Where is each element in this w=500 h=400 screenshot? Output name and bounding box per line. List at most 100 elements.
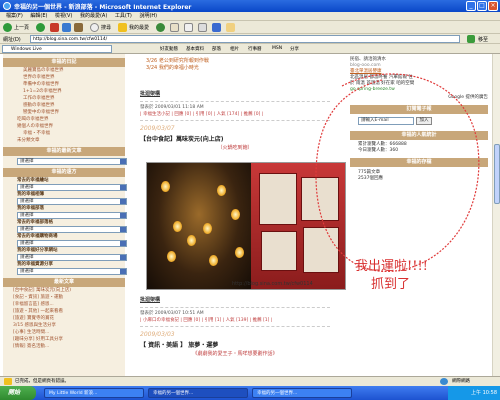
minimize-button[interactable]: _ (466, 1, 476, 11)
go-button-label[interactable]: 移至 (478, 36, 488, 43)
links-item-profile[interactable]: 基本資料 (186, 46, 204, 52)
post-actions[interactable]: | 小麻口の幸福食記 | 回應 [0] | 引用 [1] | 人氣 [139] … (140, 317, 330, 324)
windows-taskbar: 開始 My Little World 新浪... 幸福的另一個世界... 幸福的… (0, 386, 500, 400)
refresh-icon[interactable] (62, 23, 71, 32)
recent-post-link[interactable]: [情報] 簽名活動... (3, 343, 125, 350)
print-icon[interactable] (198, 23, 207, 32)
trackback-link[interactable]: 批迴架構 (140, 296, 330, 303)
recent-post-link[interactable]: [旅遊・其他] 一起來看看 (3, 308, 125, 315)
fav-group-select[interactable]: 請選擇 (17, 226, 127, 233)
category-link[interactable]: 幸福・不幸福 (3, 130, 125, 137)
history-icon[interactable] (170, 23, 179, 32)
system-tray-clock[interactable]: 上午 10:58 (448, 386, 500, 400)
forward-arrow-icon[interactable] (36, 23, 45, 32)
windows-live-search-input[interactable]: Windows Live (2, 45, 112, 53)
taskbar-item[interactable]: 幸福的另一個世界... (252, 388, 352, 398)
trackback-link[interactable]: 批迴架構 (140, 90, 330, 97)
menu-favorites[interactable]: 我的最愛(A) (80, 12, 107, 21)
home-icon[interactable] (74, 23, 83, 32)
vertical-scrollbar[interactable] (492, 54, 500, 376)
window-title-bar[interactable]: 幸福的另一個世界 - 新浪部落 - Microsoft Internet Exp… (0, 0, 500, 12)
post-title[interactable]: 【 資訊・美語 】 旅夢・運夢 (140, 340, 330, 349)
start-button[interactable]: 開始 (0, 386, 36, 400)
category-link[interactable]: 1+1=2の幸福世界 (3, 88, 125, 95)
mail-icon[interactable] (184, 23, 193, 32)
back-button-label[interactable]: 上一頁 (14, 24, 29, 31)
fav-group-select[interactable]: 請選擇 (17, 254, 127, 261)
category-link[interactable]: 美麗寶島の幸福世界 (3, 67, 125, 74)
handwritten-note: 我出運啦!!!! 抓到了 (355, 258, 428, 294)
left-sidebar: 幸福的日記 美麗寶島の幸福世界 世界の幸福世界 準備中の幸福世界 1+1=2の幸… (3, 54, 127, 376)
links-item-share[interactable]: 分享 (290, 46, 299, 52)
stop-icon[interactable] (50, 23, 59, 32)
recent-post-link[interactable]: [幸福留言區] 感恩... (3, 301, 125, 308)
post-meta: 發表於 2009/03/01 11:18 AM (140, 105, 204, 110)
internet-zone-icon (440, 378, 448, 385)
recent-post-link[interactable]: [趣味分享] 好用工具分享 (3, 336, 125, 343)
category-link[interactable]: 準備中の幸福世界 (3, 81, 125, 88)
discuss-icon[interactable] (226, 23, 235, 32)
warning-icon[interactable] (4, 378, 12, 385)
fav-group-label: 我的幸福相簿 (17, 192, 44, 197)
media-icon[interactable] (156, 23, 165, 32)
address-bar: 網址(D) http://blog.sina.com.tw/cfw0114/ 移… (0, 34, 500, 44)
top-post-link[interactable]: 3/24 我們的幸福小時光 (140, 65, 330, 72)
recent-post-link[interactable]: 3/15 感恩與生活分享 (3, 322, 125, 329)
handwritten-line-1: 我出運啦!!!! (355, 259, 428, 274)
fav-group-select[interactable]: 請選擇 (17, 198, 127, 205)
links-item-friends[interactable]: 好友動態 (160, 46, 178, 52)
post-title[interactable]: 【台中食記】萬味炭元(向上店) (140, 134, 330, 143)
hand-drawn-circle-annotation (315, 73, 480, 272)
top-post-link[interactable]: 3/26 老公到研究所報到作戰 (140, 58, 330, 65)
maximize-button[interactable]: □ (477, 1, 487, 11)
go-arrow-icon[interactable] (467, 35, 475, 43)
category-link[interactable]: 未分類文章 (3, 137, 125, 144)
status-text: 已完成，但是網頁有錯誤。 (15, 379, 69, 384)
category-link[interactable]: 感動の幸福世界 (3, 102, 125, 109)
window-title: 幸福的另一個世界 - 新浪部落 - Microsoft Internet Exp… (14, 3, 192, 11)
taskbar-item-active[interactable]: 幸福的另一個世界... (148, 388, 248, 398)
search-icon[interactable] (90, 23, 99, 32)
edit-icon[interactable] (212, 23, 221, 32)
post-date: 2009/03/07 (140, 125, 175, 132)
favorites-star-icon[interactable] (118, 23, 127, 32)
category-link[interactable]: 戀愛中の幸福世界 (3, 109, 125, 116)
menu-help[interactable]: 說明(H) (139, 12, 157, 21)
recent-post-link[interactable]: [旅遊] 寶覺寺的賞花 (3, 315, 125, 322)
close-button[interactable]: × (488, 1, 498, 11)
restaurant-storefront-image (147, 163, 251, 289)
fav-group-label: 我的幸福部落 (17, 206, 44, 211)
menu-tools[interactable]: 工具(T) (115, 12, 132, 21)
favorites-button-label[interactable]: 我的最愛 (129, 24, 149, 31)
recent-post-link[interactable]: [台中食記] 萬味炭元(向上店) (3, 287, 125, 294)
recent-post-link[interactable]: [心事] 生活時間... (3, 329, 125, 336)
fav-group-label: 我的幸福好分享網站 (17, 248, 58, 253)
fav-group-select[interactable]: 請選擇 (17, 240, 127, 247)
post-subtitle: 《劇劇我的愛王子・馬咩想要劃作話》 (192, 351, 278, 357)
favorites-box-title: 幸福的遠方 (3, 168, 125, 177)
links-item-calendar[interactable]: 行事曆 (248, 46, 262, 52)
fav-group-select[interactable]: 請選擇 (17, 212, 127, 219)
links-item-msn[interactable]: MSN (272, 46, 282, 51)
links-item-photos[interactable]: 相片 (230, 46, 239, 52)
fav-group-select[interactable]: 請選擇 (17, 184, 127, 191)
recent-post-link[interactable]: [食記・資訊] 旅遊・運動 (3, 294, 125, 301)
taskbar-item[interactable]: My Little World 新浪... (44, 388, 144, 398)
scrollbar-thumb[interactable] (494, 144, 500, 204)
address-input[interactable]: http://blog.sina.com.tw/cfw0114/ (30, 35, 460, 43)
category-link[interactable]: 世界の幸福世界 (3, 74, 125, 81)
menu-view[interactable]: 檢視(V) (55, 12, 72, 21)
category-link[interactable]: 吃喝の幸福世界 (3, 116, 125, 123)
category-link[interactable]: 工作の幸福世界 (3, 95, 125, 102)
fav-group-select[interactable]: 請選擇 (17, 268, 127, 275)
search-button-label[interactable]: 搜尋 (101, 24, 111, 31)
menu-edit[interactable]: 編輯(E) (30, 12, 47, 21)
back-arrow-icon[interactable] (3, 23, 12, 32)
post-meta: 發表於 2009/03/07 10:51 AM (140, 311, 204, 316)
links-item-blog[interactable]: 部落 (212, 46, 221, 52)
fav-group-label: 我的幸福資源分享 (17, 262, 53, 267)
menu-file[interactable]: 檔案(F) (6, 12, 23, 21)
post-actions[interactable]: | 幸福生活小記 | 回應 [0] | 引用 [0] | 人氣 [174] | … (140, 111, 330, 118)
category-link[interactable]: 幾個人の幸福世界 (3, 123, 125, 130)
latest-posts-select[interactable]: 請選擇 (17, 158, 127, 165)
